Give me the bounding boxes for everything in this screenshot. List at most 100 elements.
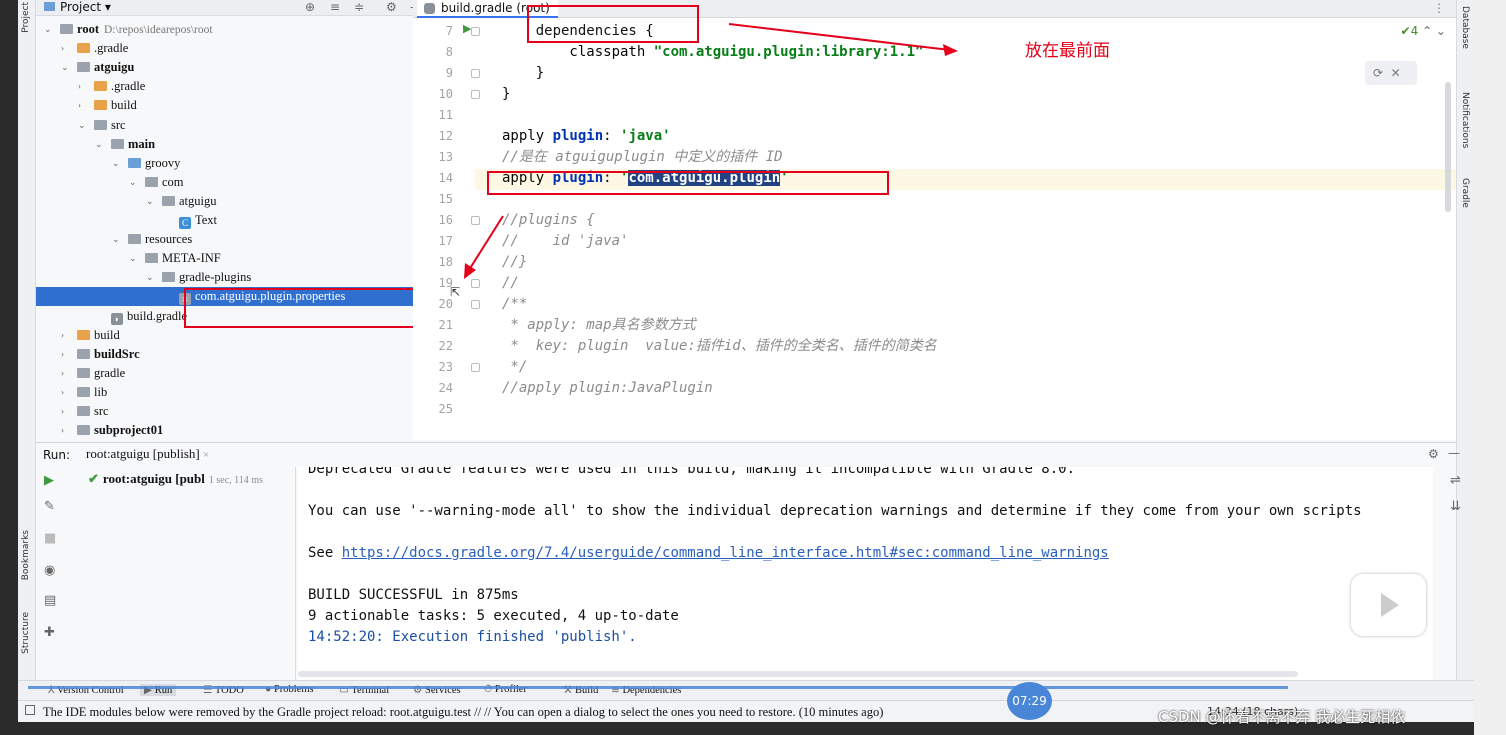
tree-item[interactable]: ⌄ main xyxy=(36,135,430,154)
expand-all-icon[interactable]: ≡ xyxy=(330,0,340,15)
outer-left-margin xyxy=(0,0,18,735)
play-button-overlay[interactable] xyxy=(1351,574,1426,636)
wrench-icon[interactable]: ✎ xyxy=(44,499,55,514)
chevron-down-icon[interactable]: ⌄ xyxy=(112,154,120,173)
chevron-right-icon[interactable]: › xyxy=(61,39,64,58)
project-panel: Project ▾ ⊕ ≡ ≑ ⚙ — ⌄ root D:\repos\ideare… xyxy=(36,0,431,440)
pin-icon[interactable]: ✚ xyxy=(44,625,55,640)
chevron-right-icon[interactable]: › xyxy=(78,96,81,115)
bookmarks-tool-label[interactable]: Bookmarks xyxy=(21,530,31,580)
chevron-down-icon[interactable]: ⌄ xyxy=(95,135,103,154)
run-tree-item[interactable]: ✔ root:atguigu [publ 1 sec, 114 ms xyxy=(88,471,263,487)
folder-icon xyxy=(77,406,90,416)
soft-wrap-icon[interactable]: ⇌ xyxy=(1450,473,1461,488)
tree-item[interactable]: › .gradle xyxy=(36,77,430,96)
tree-item[interactable]: › .gradle xyxy=(36,39,430,58)
run-settings-gear-icon[interactable]: ⚙ xyxy=(1428,447,1439,461)
chevron-right-icon[interactable]: › xyxy=(61,402,64,421)
tree-item[interactable]: › buildSrc xyxy=(36,345,430,364)
structure-tool-label[interactable]: Structure xyxy=(21,612,31,654)
tree-item[interactable]: ⌄ resources xyxy=(36,230,430,249)
tree-item[interactable]: ⌄ com xyxy=(36,173,430,192)
tree-item[interactable]: ⌄ atguigu xyxy=(36,192,430,211)
scroll-end-icon[interactable]: ⇊ xyxy=(1450,499,1461,514)
tree-item[interactable]: C Text xyxy=(36,211,430,230)
project-panel-header: Project ▾ ⊕ ≡ ≑ ⚙ — xyxy=(36,0,430,16)
tree-item[interactable]: › build xyxy=(36,326,430,345)
tree-item[interactable]: ⌄ atguigu xyxy=(36,58,430,77)
status-message[interactable]: The IDE modules below were removed by th… xyxy=(43,705,883,720)
tree-item[interactable]: › subproject01 xyxy=(36,421,430,440)
run-hide-icon[interactable]: — xyxy=(1448,446,1460,460)
tree-item-label: atguigu xyxy=(94,60,135,75)
tree-item-label: main xyxy=(128,136,156,151)
rerun-icon[interactable]: ▶ xyxy=(44,473,54,488)
chevron-right-icon[interactable]: › xyxy=(61,364,64,383)
chevron-down-icon[interactable]: ⌄ xyxy=(112,230,120,249)
tree-item-label: com xyxy=(162,174,184,189)
left-tool-strip: Project Bookmarks Structure xyxy=(18,0,36,680)
chevron-right-icon[interactable]: › xyxy=(61,421,64,440)
highlight-box-dependencies xyxy=(527,5,699,43)
tree-item[interactable]: › build xyxy=(36,96,430,115)
tree-item-label: src xyxy=(94,404,109,418)
background-right-edge xyxy=(1474,0,1506,735)
tree-item-label: META-INF xyxy=(162,251,221,266)
arrow-down-left xyxy=(468,215,504,271)
console-hscrollbar[interactable] xyxy=(298,671,1298,677)
folder-icon xyxy=(77,348,90,359)
tree-item[interactable]: ⌄ root D:\repos\idearepos\root xyxy=(36,20,430,39)
run-panel: Run: root:atguigu [publish] × ⚙ — ▶ ✎ ■ … xyxy=(36,442,1461,681)
screen: Project Bookmarks Structure Project ▾ ⊕ … xyxy=(0,0,1506,735)
folder-icon xyxy=(94,81,107,92)
tree-item-label: Text xyxy=(195,213,218,227)
editor-scrollbar[interactable] xyxy=(1445,82,1451,212)
locate-icon[interactable]: ⊕ xyxy=(305,0,315,15)
chevron-down-icon[interactable]: ⌄ xyxy=(146,192,154,211)
video-progress-bar[interactable] xyxy=(28,686,1288,689)
project-view-selector[interactable]: Project ▾ xyxy=(44,0,111,15)
layout-icon[interactable]: ▤ xyxy=(44,593,56,608)
status-panel-toggle-icon[interactable] xyxy=(25,705,35,715)
chevron-down-icon[interactable]: ⌄ xyxy=(78,116,86,135)
database-tool-label[interactable]: Database xyxy=(1460,6,1470,49)
chevron-right-icon[interactable]: › xyxy=(61,383,64,402)
tree-item[interactable]: ⌄ gradle-plugins xyxy=(36,268,430,287)
run-tab[interactable]: root:atguigu [publish] × xyxy=(86,446,209,462)
tree-item-path: D:\repos\idearepos\root xyxy=(104,24,213,36)
folder-icon xyxy=(77,425,90,436)
chevron-down-icon[interactable]: ⌄ xyxy=(129,249,137,268)
tree-item[interactable]: › src xyxy=(36,402,430,421)
console-line: See https://docs.gradle.org/7.4/userguid… xyxy=(308,545,1109,561)
folder-icon xyxy=(94,100,107,111)
play-icon xyxy=(1381,593,1399,617)
console-link[interactable]: https://docs.gradle.org/7.4/userguide/co… xyxy=(342,545,1109,561)
chevron-right-icon[interactable]: › xyxy=(61,345,64,364)
chevron-down-icon[interactable]: ⌄ xyxy=(44,20,52,39)
stop-icon[interactable]: ■ xyxy=(44,531,56,546)
tree-item[interactable]: ⌄ groovy xyxy=(36,154,430,173)
tree-item[interactable]: ⌄ src xyxy=(36,116,430,135)
chevron-down-icon[interactable]: ⌄ xyxy=(129,173,137,192)
tree-item[interactable]: › lib xyxy=(36,383,430,402)
highlight-box-apply-plugin xyxy=(487,171,889,195)
chevron-right-icon[interactable]: › xyxy=(61,326,64,345)
collapse-all-icon[interactable]: ≑ xyxy=(354,0,364,15)
chevron-down-icon[interactable]: ⌄ xyxy=(146,268,154,287)
ide-window: Project Bookmarks Structure Project ▾ ⊕ … xyxy=(18,0,1474,722)
console-output[interactable]: Deprecated Gradle features were used in … xyxy=(298,467,1433,681)
tree-item[interactable]: › gradle xyxy=(36,364,430,383)
folder-icon xyxy=(77,62,90,73)
class-icon: C xyxy=(179,217,191,229)
project-tool-label[interactable]: Project xyxy=(21,2,31,33)
chevron-down-icon[interactable]: ⌄ xyxy=(61,58,69,77)
chevron-right-icon[interactable]: › xyxy=(78,77,81,96)
gear-icon[interactable]: ⚙ xyxy=(386,0,397,15)
gradle-tool-label[interactable]: Gradle xyxy=(1460,178,1470,208)
tree-item[interactable]: ⌄ META-INF xyxy=(36,249,430,268)
tree-item-label: .gradle xyxy=(111,79,146,94)
tree-item-label: build xyxy=(111,98,137,113)
run-panel-header: Run: root:atguigu [publish] × ⚙ — xyxy=(36,443,1460,467)
eye-icon[interactable]: ◉ xyxy=(44,563,55,578)
notifications-tool-label[interactable]: Notifications xyxy=(1460,92,1470,148)
